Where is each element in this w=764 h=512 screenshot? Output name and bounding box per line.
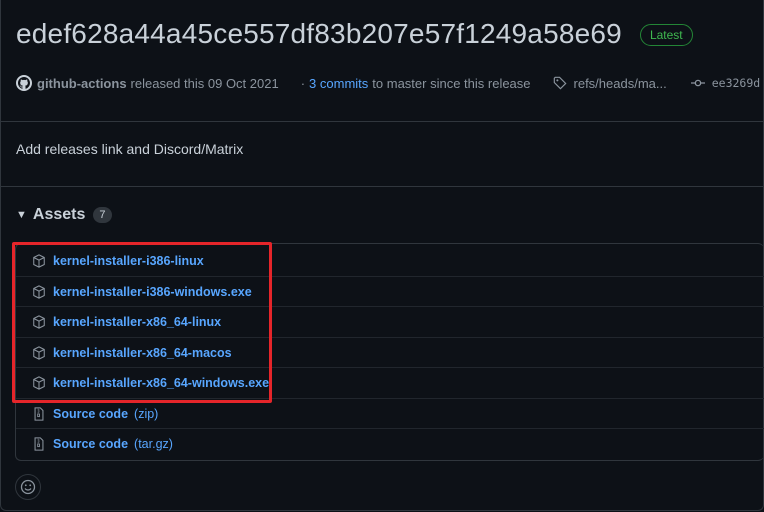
release-author[interactable]: github-actions <box>37 76 127 91</box>
tag-ref-label: refs/heads/ma... <box>573 75 667 91</box>
package-icon <box>32 285 46 299</box>
asset-link[interactable]: kernel-installer-x86_64-linux <box>53 315 221 329</box>
commits-link[interactable]: 3 commits <box>309 76 368 91</box>
tag-ref[interactable]: refs/heads/ma... <box>553 76 667 91</box>
asset-row: kernel-installer-i386-windows.exe <box>16 276 764 307</box>
source-ext: (tar.gz) <box>134 437 173 451</box>
asset-row: kernel-installer-x86_64-macos <box>16 337 764 368</box>
commits-suffix: to master since this release <box>372 75 531 91</box>
caret-down-icon: ▼ <box>16 209 27 221</box>
file-zip-icon <box>32 407 46 421</box>
release-description: Add releases link and Discord/Matrix <box>16 141 244 157</box>
commits-prefix: · <box>300 75 306 91</box>
release-header: edef628a44a45ce557df83b207e57f1249a58e69… <box>16 18 693 50</box>
divider <box>1 121 763 122</box>
source-ext: (zip) <box>134 407 159 421</box>
add-reaction-button[interactable] <box>15 474 41 500</box>
package-icon <box>32 254 46 268</box>
assets-label: Assets <box>32 206 86 223</box>
source-code-link[interactable]: Source code <box>53 437 128 451</box>
asset-link[interactable]: kernel-installer-i386-windows.exe <box>53 285 252 299</box>
commit-ref[interactable]: ee3269d <box>690 76 764 90</box>
package-icon <box>32 315 46 329</box>
release-title[interactable]: edef628a44a45ce557df83b207e57f1249a58e69 <box>16 18 622 50</box>
asset-link[interactable]: kernel-installer-x86_64-windows.exe <box>53 376 269 390</box>
package-icon <box>32 346 46 360</box>
assets-list: kernel-installer-i386-linux kernel-insta… <box>15 243 764 461</box>
asset-row: Source code (tar.gz) <box>16 428 764 459</box>
asset-link[interactable]: kernel-installer-x86_64-macos <box>53 346 232 360</box>
commit-icon <box>690 79 705 87</box>
file-zip-icon <box>32 437 46 451</box>
package-icon <box>32 376 46 390</box>
assets-toggle[interactable]: ▼ Assets 7 <box>16 206 112 224</box>
asset-row: Source code (zip) <box>16 398 764 429</box>
assets-count: 7 <box>93 207 112 223</box>
released-date: released this 09 Oct 2021 <box>130 75 279 91</box>
asset-row: kernel-installer-x86_64-linux <box>16 306 764 337</box>
asset-row: kernel-installer-i386-linux <box>16 246 764 276</box>
release-meta: github-actions released this 09 Oct 2021… <box>16 74 764 92</box>
asset-row: kernel-installer-x86_64-windows.exe <box>16 367 764 398</box>
asset-link[interactable]: kernel-installer-i386-linux <box>53 254 204 268</box>
tag-icon <box>553 76 567 90</box>
github-avatar-icon[interactable] <box>16 75 32 91</box>
divider <box>1 186 763 187</box>
latest-badge: Latest <box>639 24 693 46</box>
smiley-icon <box>20 479 36 495</box>
commit-sha: ee3269d <box>711 76 761 90</box>
source-code-link[interactable]: Source code <box>53 407 128 421</box>
